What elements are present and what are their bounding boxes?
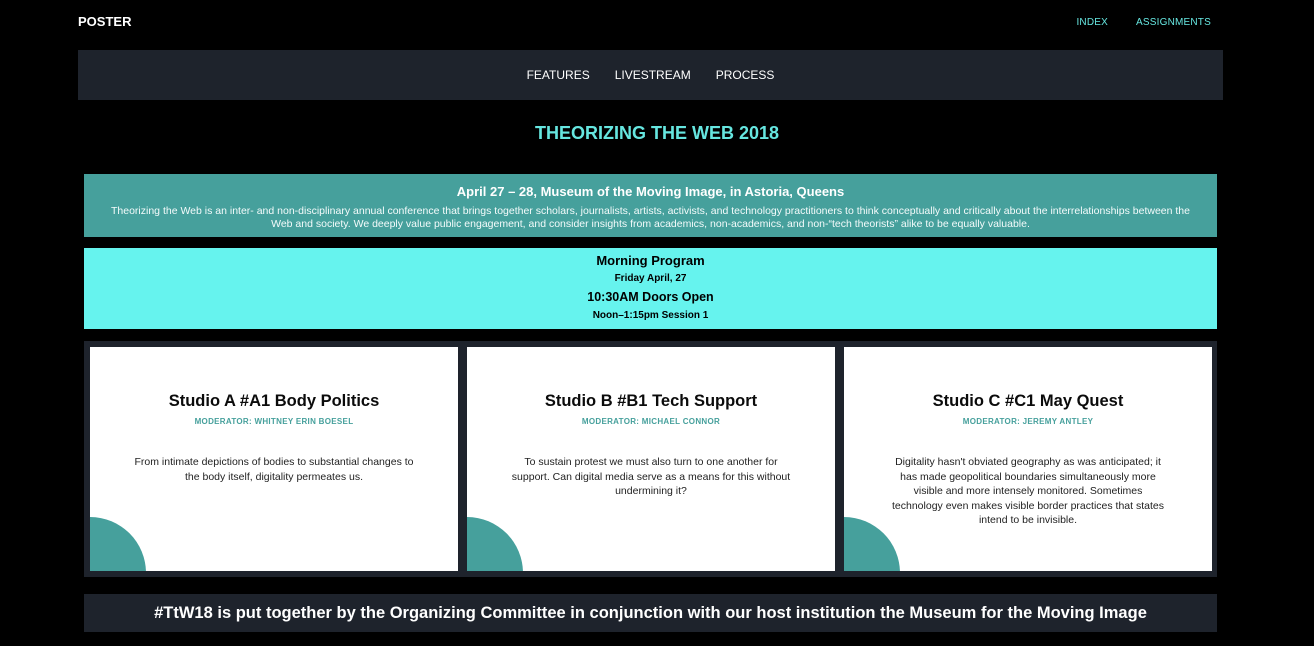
session-card-studio-a[interactable]: Studio A #A1 Body Politics MODERATOR: WH… (90, 347, 458, 571)
session-title: Studio C #C1 May Quest (932, 392, 1124, 410)
section-nav-features[interactable]: FEATURES (527, 68, 590, 82)
brand-logo[interactable]: POSTER (78, 14, 131, 29)
session-moderator: MODERATOR: WHITNEY ERIN BOESEL (194, 417, 354, 426)
top-nav: INDEX ASSIGNMENTS (1076, 17, 1211, 28)
nav-link-index[interactable]: INDEX (1076, 17, 1108, 28)
program-date: Friday April, 27 (614, 273, 687, 284)
session-title: Studio B #B1 Tech Support (544, 392, 758, 410)
session-description: Digitality hasn't obviated geography as … (892, 456, 1164, 526)
section-nav-livestream[interactable]: LIVESTREAM (615, 68, 691, 82)
session-cards: Studio A #A1 Body Politics MODERATOR: WH… (84, 341, 1217, 577)
program-session-time: Noon–1:15pm Session 1 (592, 310, 709, 321)
session-card-studio-c[interactable]: Studio C #C1 May Quest MODERATOR: JEREMY… (844, 347, 1212, 571)
page-title: THEORIZING THE WEB 2018 (534, 123, 780, 143)
session-card-studio-b[interactable]: Studio B #B1 Tech Support MODERATOR: MIC… (467, 347, 835, 571)
program-banner: Morning Program Friday April, 27 10:30AM… (84, 248, 1217, 329)
session-description: From intimate depictions of bodies to su… (134, 456, 414, 483)
top-bar: POSTER INDEX ASSIGNMENTS (0, 0, 1314, 46)
decorative-circle (90, 517, 146, 571)
program-title: Morning Program (596, 253, 705, 268)
section-nav-process[interactable]: PROCESS (716, 68, 775, 82)
nav-link-assignments[interactable]: ASSIGNMENTS (1136, 17, 1211, 28)
program-doors-open: 10:30AM Doors Open (587, 290, 714, 304)
section-nav: FEATURES LIVESTREAM PROCESS (78, 50, 1223, 100)
session-moderator: MODERATOR: MICHAEL CONNOR (581, 417, 721, 426)
event-info-banner: April 27 – 28, Museum of the Moving Imag… (84, 174, 1217, 237)
footer-banner: #TtW18 is put together by the Organizing… (84, 594, 1217, 632)
event-date-location: April 27 – 28, Museum of the Moving Imag… (456, 184, 845, 199)
session-moderator: MODERATOR: JEREMY ANTLEY (962, 417, 1094, 426)
event-description: Theorizing the Web is an inter- and non-… (111, 205, 1190, 230)
footer-credit: #TtW18 is put together by the Organizing… (154, 604, 1147, 622)
decorative-circle (467, 517, 523, 571)
session-title: Studio A #A1 Body Politics (168, 392, 380, 410)
session-description: To sustain protest we must also turn to … (511, 456, 791, 497)
